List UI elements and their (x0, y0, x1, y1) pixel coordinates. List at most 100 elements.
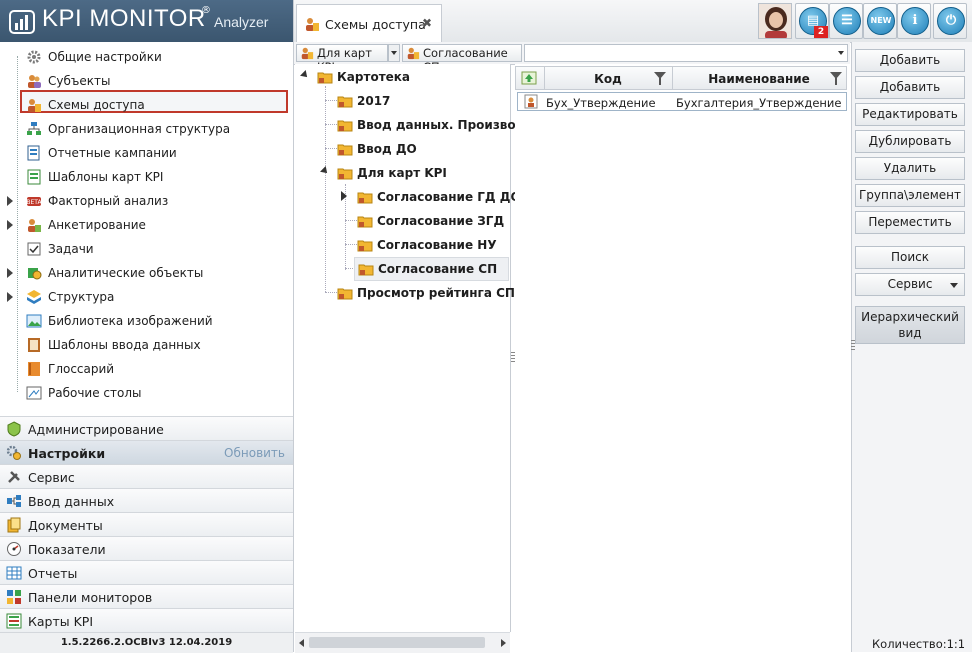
structure-icon (27, 290, 41, 304)
notifications-button[interactable]: ▤ 2 (795, 3, 829, 39)
nav-item-tasks[interactable]: Задачи (0, 238, 293, 260)
tree-horizontal-scrollbar[interactable] (295, 632, 510, 653)
access-scheme-icon (407, 47, 420, 60)
tree-node-label: Ввод данных. Производст (357, 118, 540, 132)
tree-connector (325, 86, 326, 292)
access-scheme-icon (28, 99, 41, 112)
glossary-icon (28, 362, 40, 376)
add-button[interactable]: Добавить (855, 49, 965, 72)
column-header-name[interactable]: Наименование (672, 67, 846, 89)
tab-access-schemes[interactable]: Схемы доступа ✖ (296, 4, 442, 42)
nav-item-label: Шаблоны ввода данных (48, 338, 201, 352)
service-dropdown-button[interactable]: Сервис (855, 273, 965, 296)
expand-arrow-icon[interactable] (7, 196, 13, 206)
collapse-arrow-icon[interactable] (300, 70, 310, 80)
clipboard-icon: ☰ (833, 7, 861, 35)
nav-item-structure[interactable]: Структура (0, 286, 293, 308)
tree-node-label: Согласование НУ (377, 238, 497, 252)
table-row[interactable]: Бух_Утверждение Бухгалтерия_Утверждение (517, 92, 847, 111)
nav-item-subjects[interactable]: Субъекты (0, 70, 293, 92)
breadcrumb-item-approval-sp[interactable]: Согласование СП (402, 44, 522, 74)
refresh-link[interactable]: Обновить (224, 446, 285, 460)
news-button[interactable]: NEW (863, 3, 897, 39)
breadcrumb-dropdown-button[interactable] (388, 44, 400, 62)
input-template-icon (28, 338, 40, 352)
version-label: 1.5.2266.2.OCBIv3 12.04.2019 (0, 632, 293, 653)
search-button[interactable]: Поиск (855, 246, 965, 269)
folder-lock-icon (317, 72, 333, 84)
kpi-template-icon (27, 169, 41, 185)
section-documents[interactable]: Документы (0, 512, 293, 536)
close-icon[interactable]: ✖ (422, 16, 432, 30)
column-header-code[interactable]: Код (544, 67, 673, 89)
tasks-button[interactable]: ☰ (829, 3, 863, 39)
expand-arrow-icon[interactable] (7, 268, 13, 278)
nav-item-report-campaigns[interactable]: Отчетные кампании (0, 142, 293, 164)
section-label: Документы (28, 518, 103, 533)
section-service[interactable]: Сервис (0, 464, 293, 488)
nav-item-survey[interactable]: Анкетирование (0, 214, 293, 236)
nav-item-access-schemes[interactable]: Схемы доступа (0, 94, 293, 116)
nav-item-label: Общие настройки (48, 50, 162, 64)
nav-item-glossary[interactable]: Глоссарий (0, 358, 293, 380)
nav-item-image-library[interactable]: Библиотека изображений (0, 310, 293, 332)
expand-arrow-icon[interactable] (7, 292, 13, 302)
nav-item-kpi-templates[interactable]: Шаблоны карт KPI (0, 166, 293, 188)
delete-button[interactable]: Удалить (855, 157, 965, 180)
breadcrumb-path-dropdown[interactable] (524, 44, 848, 62)
info-button[interactable]: i (897, 3, 931, 39)
nav-item-label: Глоссарий (48, 362, 115, 376)
expand-arrow-icon[interactable] (7, 220, 13, 230)
logo-registered-mark: ® (201, 5, 211, 16)
nav-item-general-settings[interactable]: Общие настройки (0, 46, 293, 68)
nav-item-analytic-objects[interactable]: Аналитические объекты (0, 262, 293, 284)
logo-chart-icon (9, 10, 35, 34)
nav-item-input-templates[interactable]: Шаблоны ввода данных (0, 334, 293, 356)
logo-subtitle: Analyzer (214, 14, 269, 30)
section-indicators[interactable]: Показатели (0, 536, 293, 560)
duplicate-button[interactable]: Дублировать (855, 130, 965, 153)
records-grid (515, 64, 851, 652)
tab-label: Схемы доступа (325, 17, 426, 32)
scrollbar-thumb[interactable] (309, 637, 485, 648)
hierarchical-view-toggle[interactable]: Иерархический вид (855, 306, 965, 344)
nav-item-factor-analysis[interactable]: BETA Факторный анализ (0, 190, 293, 212)
filter-icon[interactable] (830, 72, 842, 85)
collapse-arrow-icon[interactable] (320, 166, 330, 176)
section-label: Показатели (28, 542, 106, 557)
power-button[interactable]: ⏻ (933, 3, 967, 39)
section-monitor-panels[interactable]: Панели мониторов (0, 584, 293, 608)
section-data-input[interactable]: Ввод данных (0, 488, 293, 512)
notifications-badge: 2 (814, 26, 828, 38)
nav-item-label: Субъекты (48, 74, 111, 88)
scroll-left-icon[interactable] (299, 639, 304, 647)
nav-item-label: Организационная структура (48, 122, 231, 136)
tree-node-label: Согласование ГД ДО (377, 190, 521, 204)
scroll-right-icon[interactable] (501, 639, 506, 647)
survey-icon (28, 219, 41, 232)
section-reports[interactable]: Отчеты (0, 560, 293, 584)
group-element-button[interactable]: Группа\элемент (855, 184, 965, 207)
nav-item-desktops[interactable]: Рабочие столы (0, 382, 293, 404)
section-settings[interactable]: Настройки Обновить (0, 440, 293, 464)
move-button[interactable]: Переместить (855, 211, 965, 234)
user-avatar[interactable] (758, 3, 792, 39)
level-up-button[interactable] (516, 67, 545, 89)
new-icon: NEW (867, 7, 895, 35)
edit-button[interactable]: Редактировать (855, 103, 965, 126)
tree-connector (345, 244, 357, 245)
folder-lock-icon (337, 168, 353, 180)
expand-arrow-icon[interactable] (341, 191, 347, 201)
nav-item-label: Аналитические объекты (48, 266, 204, 280)
section-kpi-cards[interactable]: Карты KPI (0, 608, 293, 632)
section-administration[interactable]: Администрирование (0, 416, 293, 440)
breadcrumb-item-kpi-cards[interactable]: Для карт KPI (296, 44, 388, 74)
folder-up-icon (521, 71, 537, 85)
nav-item-label: Рабочие столы (48, 386, 142, 400)
section-label: Настройки (28, 446, 106, 461)
filter-icon[interactable] (654, 72, 666, 85)
nav-item-label: Анкетирование (48, 218, 146, 232)
nav-item-org-structure[interactable]: Организационная структура (0, 118, 293, 140)
add-group-button[interactable]: Добавить группу (855, 76, 965, 115)
tree-node-approval-sp[interactable]: Согласование СП (354, 257, 509, 281)
